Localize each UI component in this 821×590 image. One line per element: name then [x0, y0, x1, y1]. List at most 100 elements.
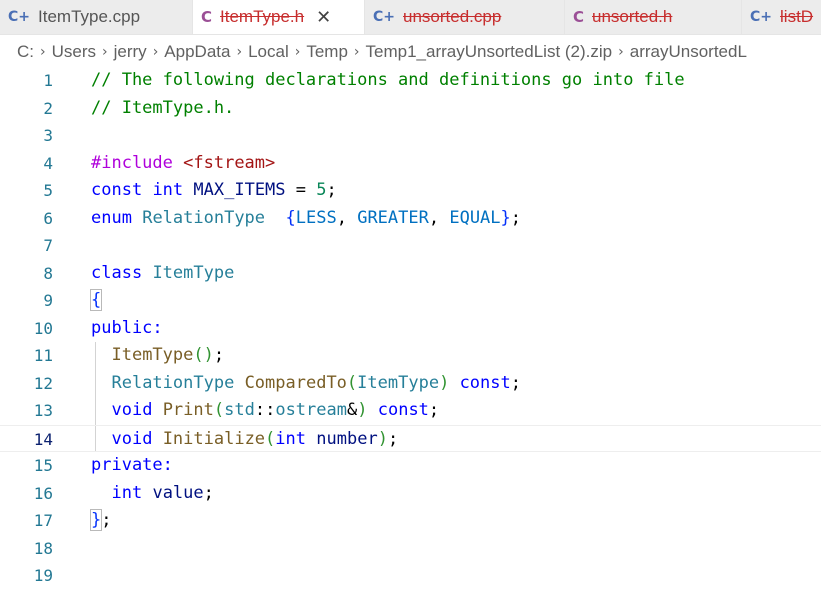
parameter-name: number	[316, 428, 378, 449]
operator: =	[285, 180, 317, 200]
preprocessor-directive: #include	[91, 152, 173, 173]
tab-itemtype-h[interactable]: C ItemType.h ✕	[193, 0, 365, 34]
code-line[interactable]: 1 // The following declarations and defi…	[0, 67, 821, 95]
code-line[interactable]: 16 int value;	[0, 480, 821, 508]
line-number: 6	[43, 208, 53, 228]
include-header: <fstream>	[183, 152, 276, 173]
breadcrumb-item[interactable]: AppData	[164, 42, 230, 62]
breadcrumb-item[interactable]: C:	[17, 42, 34, 62]
line-number: 1	[43, 71, 53, 90]
brace: }	[500, 207, 511, 228]
breadcrumb-item[interactable]: Local	[248, 42, 289, 62]
chevron-right-icon: ›	[152, 44, 159, 60]
line-number: 10	[33, 318, 53, 338]
chevron-right-icon: ›	[40, 44, 46, 60]
keyword: void	[111, 428, 153, 449]
line-number: 2	[43, 98, 53, 118]
line-number: 14	[33, 429, 53, 449]
code-line-current[interactable]: 14 void Initialize(int number);	[0, 424, 821, 452]
line-number: 17	[33, 511, 53, 530]
constant-name: MAX_ITEMS	[193, 180, 286, 200]
chevron-right-icon: ›	[353, 44, 360, 60]
line-number: 16	[33, 483, 53, 503]
tab-unsorted-cpp[interactable]: C+ unsorted.cpp	[365, 0, 565, 34]
tab-label: listD	[780, 7, 814, 26]
cpp-file-icon: C+	[750, 9, 773, 25]
tab-label: ItemType.h	[220, 7, 305, 26]
chevron-right-icon: ›	[102, 44, 108, 60]
function-name: Print	[162, 400, 214, 420]
breadcrumb-item[interactable]: Temp	[306, 42, 348, 62]
breadcrumb: C: › Users › jerry › AppData › Local › T…	[0, 39, 821, 65]
breadcrumb-item[interactable]: Temp1_arrayUnsortedList (2).zip	[366, 42, 613, 62]
chevron-right-icon: ›	[294, 44, 301, 60]
keyword: enum	[91, 207, 132, 228]
keyword: int	[275, 428, 307, 449]
code-line[interactable]: 4 #include <fstream>	[0, 150, 821, 178]
code-line[interactable]: 3	[0, 122, 821, 150]
code-line[interactable]: 10 public:	[0, 315, 821, 343]
code-line[interactable]: 7	[0, 232, 821, 260]
code-line[interactable]: 6 enum RelationType {LESS, GREATER, EQUA…	[0, 205, 821, 233]
header-file-icon: C	[573, 8, 585, 26]
type-name: RelationType	[111, 372, 235, 393]
breadcrumb-item[interactable]: jerry	[114, 42, 147, 62]
type-name: RelationType	[142, 207, 266, 228]
function-name: ItemType	[111, 345, 194, 365]
line-number: 13	[33, 401, 53, 420]
tab-listd[interactable]: C+ listD	[742, 0, 821, 34]
code-line[interactable]: 18	[0, 535, 821, 563]
brace: {	[285, 207, 296, 228]
member-name: value	[152, 482, 204, 503]
code-line[interactable]: 17 };	[0, 507, 821, 535]
cpp-file-icon: C+	[373, 9, 396, 25]
tab-label: unsorted.h	[592, 7, 673, 26]
line-number: 7	[43, 236, 53, 255]
type-name: ItemType	[357, 372, 440, 393]
tab-unsorted-h[interactable]: C unsorted.h	[565, 0, 742, 34]
matching-brace: }	[89, 509, 103, 531]
line-number: 5	[43, 181, 53, 200]
code-line[interactable]: 15 private:	[0, 452, 821, 480]
header-file-icon: C	[201, 8, 213, 26]
comment: // ItemType.h.	[91, 97, 235, 118]
tab-itemtype-cpp[interactable]: C+ ItemType.cpp	[0, 0, 193, 34]
keyword: const	[377, 400, 429, 420]
code-editor[interactable]: 1 // The following declarations and defi…	[0, 67, 821, 585]
code-line[interactable]: 19	[0, 562, 821, 590]
code-line[interactable]: 5 const int MAX_ITEMS = 5;	[0, 177, 821, 205]
editor-tab-bar: C+ ItemType.cpp C ItemType.h ✕ C+ unsort…	[0, 0, 821, 35]
breadcrumb-item[interactable]: arrayUnsortedL	[630, 42, 747, 62]
type-name: ostream	[275, 400, 347, 420]
tab-label: ItemType.cpp	[38, 7, 141, 26]
line-number: 11	[33, 346, 53, 365]
code-line[interactable]: 2 // ItemType.h.	[0, 95, 821, 123]
cpp-file-icon: C+	[8, 9, 31, 25]
line-number: 4	[43, 153, 53, 173]
code-line[interactable]: 13 void Print(std::ostream&) const;	[0, 397, 821, 425]
line-number: 15	[33, 456, 53, 475]
tab-label: unsorted.cpp	[403, 7, 502, 26]
keyword: void	[111, 400, 153, 420]
class-name: ItemType	[152, 262, 235, 283]
line-number: 19	[33, 566, 53, 585]
matching-brace: {	[89, 289, 103, 311]
line-number: 18	[33, 538, 53, 558]
breadcrumb-item[interactable]: Users	[52, 42, 96, 62]
semicolon: ;	[326, 180, 337, 200]
code-line[interactable]: 12 RelationType ComparedTo(ItemType) con…	[0, 370, 821, 398]
access-specifier: public:	[91, 317, 163, 338]
code-line[interactable]: 8 class ItemType	[0, 260, 821, 288]
chevron-right-icon: ›	[618, 44, 624, 60]
parentheses: ()	[193, 345, 214, 365]
code-line[interactable]: 11 ItemType();	[0, 342, 821, 370]
code-line[interactable]: 9 {	[0, 287, 821, 315]
close-icon[interactable]: ✕	[316, 7, 331, 28]
function-name: Initialize	[162, 428, 266, 449]
namespace-name: std	[224, 400, 255, 420]
line-number: 9	[43, 291, 53, 310]
keyword: const	[91, 180, 143, 200]
keyword: class	[91, 262, 143, 283]
access-specifier: private:	[91, 455, 173, 475]
line-number: 12	[33, 373, 53, 393]
